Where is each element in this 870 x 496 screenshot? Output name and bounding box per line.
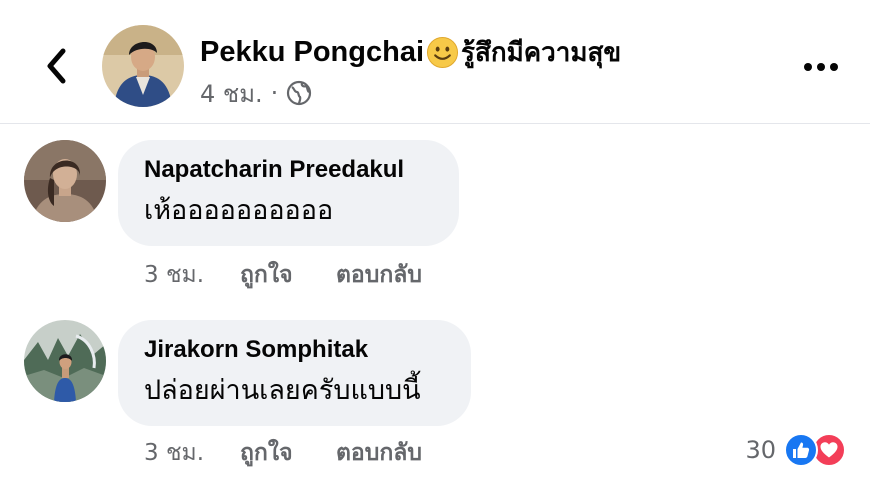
reply-button[interactable]: ตอบกลับ [336,435,422,471]
comment-text: เห้ออออออออออ [144,195,334,226]
meta-separator: · [270,79,279,107]
comment-actions: 3 ชม. ถูกใจ ตอบกลับ [144,436,422,470]
comment-time[interactable]: 3 ชม. [144,257,240,293]
comment-bubble[interactable]: Napatcharin Preedakul เห้ออออออออออ [118,140,459,246]
commenter-avatar[interactable] [24,320,106,402]
chevron-left-icon [47,48,66,84]
reply-button[interactable]: ตอบกลับ [336,257,422,293]
feeling-text: รู้สึกมีความสุข [461,37,622,68]
like-button[interactable]: ถูกใจ [240,435,336,471]
more-dot [817,63,825,71]
more-dot [804,63,812,71]
comment-text: ปล่อยผ่านเลยครับแบบนี้ [144,375,421,406]
comment-time[interactable]: 3 ชม. [144,435,240,471]
post-time[interactable]: 4 ชม. [200,74,263,113]
commenter-name[interactable]: Jirakorn Somphitak [144,334,445,366]
commenter-name[interactable]: Napatcharin Preedakul [144,154,433,186]
commenter-avatar[interactable] [24,140,106,222]
poster-name-row: Pekku Pongchai รู้สึกมีความสุข [200,30,621,74]
post-header: Pekku Pongchai รู้สึกมีความสุข 4 ชม. · [0,0,870,124]
comment-bubble[interactable]: Jirakorn Somphitak ปล่อยผ่านเลยครับแบบนี… [118,320,471,426]
poster-avatar[interactable] [102,25,184,107]
smiley-icon [426,36,459,68]
back-button[interactable] [38,46,74,86]
like-button[interactable]: ถูกใจ [240,257,336,293]
poster-name[interactable]: Pekku Pongchai [200,36,424,69]
thumbs-up-icon [784,433,818,467]
more-dot [830,63,838,71]
more-options-button[interactable] [800,52,842,82]
post-meta: 4 ชม. · [200,76,312,110]
reaction-count: 30 [745,436,776,464]
reaction-summary[interactable]: 30 [745,432,846,468]
globe-icon [287,80,312,106]
comment-actions: 3 ชม. ถูกใจ ตอบกลับ [144,258,422,292]
